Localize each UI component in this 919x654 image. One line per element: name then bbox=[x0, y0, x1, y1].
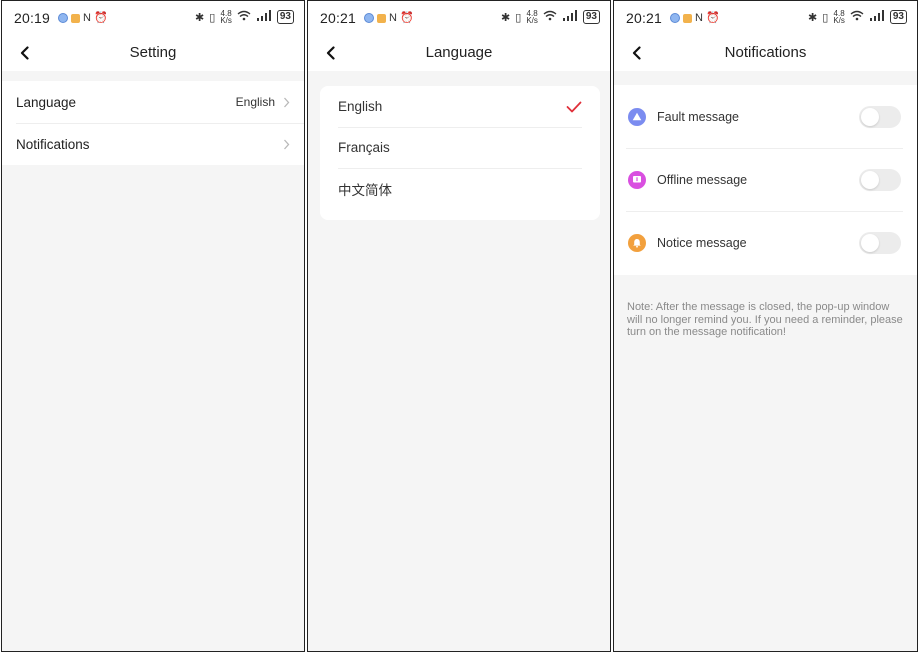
setting-screen: 20:19 N ⏰ ✱ ▯ 4.8 K/s 93 Setting Languag… bbox=[1, 0, 305, 652]
nfc-icon: N bbox=[389, 12, 397, 24]
warning-icon bbox=[628, 107, 646, 126]
language-option-english[interactable]: English bbox=[320, 86, 600, 127]
notification-item-label: Fault message bbox=[657, 109, 739, 124]
signal-icon bbox=[256, 10, 272, 24]
page-title: Setting bbox=[129, 44, 177, 61]
app-icon bbox=[58, 13, 68, 23]
app-icon bbox=[683, 13, 692, 23]
notification-icons: N ⏰ bbox=[58, 12, 108, 24]
alarm-icon: ⏰ bbox=[93, 12, 108, 24]
toggle-knob bbox=[861, 170, 879, 189]
wifi-icon bbox=[237, 10, 251, 24]
nav-bar: Language bbox=[308, 35, 610, 71]
settings-item-language[interactable]: Language English bbox=[2, 81, 304, 123]
network-speed: 4.8 K/s bbox=[526, 9, 538, 25]
language-screen: 20:21 N ⏰ ✱ ▯ 4.8 K/s 93 Language Englis… bbox=[307, 0, 611, 652]
bell-icon bbox=[628, 233, 646, 252]
chevron-right-icon bbox=[284, 97, 290, 107]
notification-settings-list: Fault message Offline message Notice mes… bbox=[614, 85, 917, 275]
language-option-label: Français bbox=[338, 140, 390, 155]
language-option-francais[interactable]: Français bbox=[320, 127, 600, 168]
nav-bar: Setting bbox=[2, 35, 304, 71]
vibrate-icon: ▯ bbox=[515, 11, 522, 24]
notification-item-offline: Offline message bbox=[614, 148, 917, 211]
settings-item-value: English bbox=[235, 95, 275, 109]
settings-list: Language English Notifications bbox=[2, 81, 304, 165]
app-icon bbox=[364, 13, 374, 23]
notification-item-notice: Notice message bbox=[614, 211, 917, 274]
alarm-icon: ⏰ bbox=[399, 12, 414, 24]
notification-item-label: Offline message bbox=[657, 172, 748, 187]
app-icon bbox=[71, 13, 80, 23]
notification-note: Note: After the message is closed, the p… bbox=[627, 301, 903, 338]
notice-message-toggle[interactable] bbox=[859, 231, 901, 254]
back-button[interactable] bbox=[12, 41, 36, 65]
status-bar: 20:19 N ⏰ ✱ ▯ 4.8 K/s 93 bbox=[2, 1, 304, 35]
wifi-icon bbox=[850, 10, 864, 24]
nav-bar: Notifications bbox=[614, 35, 917, 71]
language-option-label: English bbox=[338, 99, 383, 114]
app-icon bbox=[670, 13, 680, 23]
bluetooth-icon: ✱ bbox=[501, 11, 511, 24]
language-list: English Français 中文简体 bbox=[320, 86, 600, 220]
system-icons: ✱ ▯ 4.8 K/s 93 bbox=[195, 9, 294, 25]
system-icons: ✱ ▯ 4.8 K/s 93 bbox=[501, 9, 600, 25]
settings-item-notifications[interactable]: Notifications bbox=[2, 123, 304, 165]
battery-icon: 93 bbox=[889, 10, 907, 24]
back-button[interactable] bbox=[624, 41, 648, 65]
app-icon bbox=[377, 13, 386, 23]
status-bar: 20:21 N ⏰ ✱ ▯ 4.8 K/s 93 bbox=[614, 1, 917, 35]
network-speed: 4.8 K/s bbox=[833, 9, 845, 25]
battery-icon: 93 bbox=[582, 10, 600, 24]
notification-icons: N ⏰ bbox=[364, 12, 414, 24]
status-bar: 20:21 N ⏰ ✱ ▯ 4.8 K/s 93 bbox=[308, 1, 610, 35]
nfc-icon: N bbox=[83, 12, 91, 24]
battery-icon: 93 bbox=[276, 10, 294, 24]
language-option-chinese[interactable]: 中文简体 bbox=[320, 168, 600, 209]
chevron-left-icon bbox=[632, 46, 641, 60]
fault-message-toggle[interactable] bbox=[859, 105, 901, 128]
vibrate-icon: ▯ bbox=[209, 11, 216, 24]
status-time: 20:21 bbox=[320, 10, 357, 26]
check-icon bbox=[566, 101, 582, 112]
settings-item-label: Language bbox=[16, 94, 77, 110]
chevron-right-icon bbox=[284, 139, 290, 149]
offline-icon bbox=[628, 170, 646, 189]
toggle-knob bbox=[861, 233, 879, 252]
alarm-icon: ⏰ bbox=[705, 12, 720, 24]
system-icons: ✱ ▯ 4.8 K/s 93 bbox=[808, 9, 907, 25]
language-option-label: 中文简体 bbox=[338, 182, 392, 198]
vibrate-icon: ▯ bbox=[822, 11, 829, 24]
status-time: 20:19 bbox=[14, 10, 51, 26]
bluetooth-icon: ✱ bbox=[808, 11, 818, 24]
wifi-icon bbox=[543, 10, 557, 24]
notification-item-label: Notice message bbox=[657, 235, 747, 250]
settings-item-label: Notifications bbox=[16, 136, 90, 152]
offline-message-toggle[interactable] bbox=[859, 168, 901, 191]
notification-icons: N ⏰ bbox=[670, 12, 720, 24]
nfc-icon: N bbox=[695, 12, 703, 24]
status-time: 20:21 bbox=[626, 10, 663, 26]
chevron-left-icon bbox=[20, 46, 29, 60]
signal-icon bbox=[562, 10, 578, 24]
page-title: Language bbox=[425, 44, 493, 61]
notification-item-fault: Fault message bbox=[614, 85, 917, 148]
toggle-knob bbox=[861, 107, 879, 126]
notifications-screen: 20:21 N ⏰ ✱ ▯ 4.8 K/s 93 Notifications F… bbox=[613, 0, 918, 652]
signal-icon bbox=[869, 10, 885, 24]
network-speed: 4.8 K/s bbox=[220, 9, 232, 25]
bluetooth-icon: ✱ bbox=[195, 11, 205, 24]
chevron-left-icon bbox=[326, 46, 335, 60]
back-button[interactable] bbox=[318, 41, 342, 65]
page-title: Notifications bbox=[724, 44, 807, 61]
